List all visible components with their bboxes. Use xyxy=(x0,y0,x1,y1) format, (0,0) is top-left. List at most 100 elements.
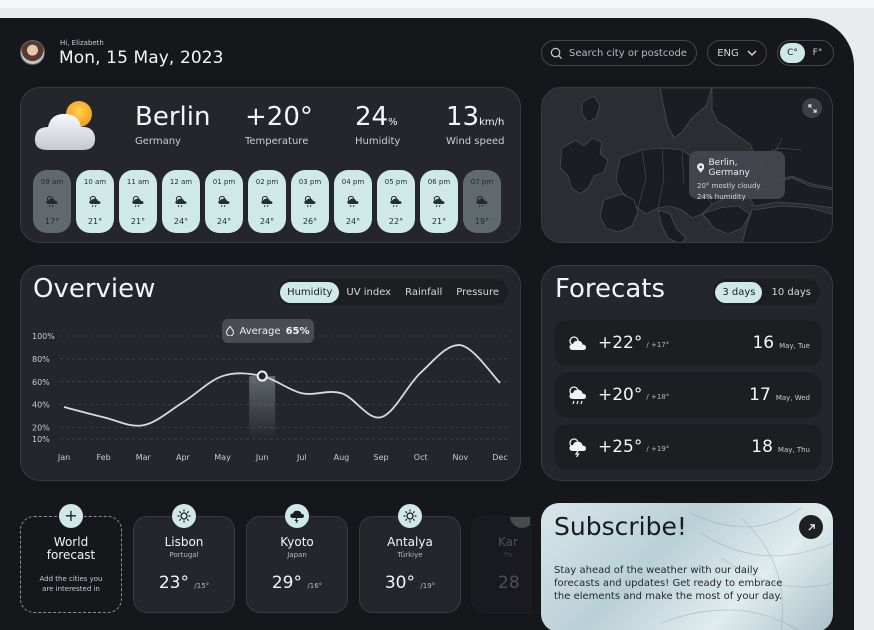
hourly-item[interactable]: 12 am 24° xyxy=(162,170,200,233)
partly-cloudy-icon xyxy=(569,336,586,350)
city-low: /19° xyxy=(420,582,436,590)
search-input[interactable]: Search city or postcode xyxy=(541,40,697,66)
data-point[interactable] xyxy=(459,344,462,347)
data-point[interactable] xyxy=(340,392,343,395)
greeting-text: Hi, Elizabeth xyxy=(60,39,104,47)
rain-sun-icon xyxy=(433,195,445,208)
wind-unit: km/h xyxy=(479,117,505,128)
city-name: Antalya xyxy=(387,535,433,549)
forecast-row[interactable]: +22° / +17° 16 May, Tue xyxy=(554,320,822,366)
map-pin-conditions: 20° mostly cloudy xyxy=(697,182,761,190)
city-card-kyoto[interactable]: Kyoto Japan 29° /16° xyxy=(246,504,348,613)
city-card-partial[interactable]: Kar Pa 28 xyxy=(471,516,531,613)
x-tick-label: Jun xyxy=(255,453,269,462)
current-weather-card: Berlin Germany +20° Temperature 24% Humi… xyxy=(20,87,521,243)
hourly-item[interactable]: 10 am 21° xyxy=(76,170,114,233)
rain-sun-icon xyxy=(218,195,230,208)
city-card-lisbon[interactable]: Lisbon Portugal 23° /15° xyxy=(133,504,235,613)
x-tick-label: Apr xyxy=(176,453,191,462)
forecast-row[interactable]: +20° / +18° 17 May, Wed xyxy=(554,372,822,418)
city-temp: 29° xyxy=(271,573,302,593)
data-point[interactable] xyxy=(419,371,422,374)
humidity-value: 24 xyxy=(355,102,389,132)
hour-temp: 19° xyxy=(474,217,490,226)
hourly-forecast-list: 09 am 17° 10 am 21° 11 am 21° 12 am 24° 01 pm 24°… xyxy=(33,170,501,233)
hourly-item[interactable]: 01 pm 24° xyxy=(205,170,243,233)
unit-celsius-button[interactable]: C° xyxy=(780,43,805,63)
tab-humidity[interactable]: Humidity xyxy=(280,281,340,303)
tab-rainfall[interactable]: Rainfall xyxy=(398,282,449,303)
world-title-line1: World xyxy=(53,535,89,549)
world-title-line2: forecast xyxy=(46,548,96,562)
hour-temp: 22° xyxy=(388,217,404,226)
data-point[interactable] xyxy=(181,401,184,404)
highlight-point[interactable] xyxy=(256,370,268,382)
data-point[interactable] xyxy=(142,424,145,427)
hour-time: 06 pm xyxy=(427,178,451,186)
expand-map-button[interactable] xyxy=(802,98,822,118)
hourly-item[interactable]: 03 pm 26° xyxy=(291,170,329,233)
city-temp: 28 xyxy=(498,573,520,593)
data-point[interactable] xyxy=(380,416,383,419)
hour-temp: 24° xyxy=(345,217,361,226)
avatar[interactable] xyxy=(20,40,45,65)
hour-temp: 24° xyxy=(216,217,232,226)
hourly-item[interactable]: 05 pm 22° xyxy=(377,170,415,233)
subscribe-card[interactable]: Subscribe! Stay ahead of the weather wit… xyxy=(541,503,833,630)
forecast-temp: +20° xyxy=(598,385,643,405)
data-point[interactable] xyxy=(499,381,502,384)
hourly-item[interactable]: 09 am 17° xyxy=(33,170,71,233)
hourly-item[interactable]: 04 pm 24° xyxy=(334,170,372,233)
language-select[interactable]: ENG xyxy=(707,40,767,66)
hour-time: 01 pm xyxy=(212,178,236,186)
city-card-antalya[interactable]: Antalya Türkiye 30° /19° xyxy=(359,504,461,613)
city-stat: Berlin Germany xyxy=(135,102,210,147)
tooltip-value: 65% xyxy=(285,325,310,337)
storm-sun-icon xyxy=(569,438,586,457)
highlight-band xyxy=(249,376,276,439)
forecast-day: 17 xyxy=(749,385,771,405)
map-location-popup[interactable]: Berlin, Germany 20° mostly cloudy 24% hu… xyxy=(689,151,785,201)
forecast-day: 16 xyxy=(752,333,775,353)
browser-top-strip xyxy=(0,0,874,8)
tab-uv-index[interactable]: UV index xyxy=(339,282,398,303)
humidity-label: Humidity xyxy=(355,136,401,147)
forecast-row[interactable]: +25° / +19° 18 May, Thu xyxy=(554,424,822,470)
unit-toggle[interactable]: C° F° xyxy=(777,40,834,66)
tab-pressure[interactable]: Pressure xyxy=(449,282,506,303)
data-point[interactable] xyxy=(102,416,105,419)
add-world-forecast-card[interactable]: + World forecast Add the cities you are in… xyxy=(20,504,122,613)
city-name: Kar xyxy=(498,535,518,549)
data-point[interactable] xyxy=(63,405,66,408)
forecast-temp: +22° xyxy=(598,333,643,353)
subscribe-title: Subscribe! xyxy=(554,512,687,541)
data-point[interactable] xyxy=(300,392,303,395)
y-tick-label: 10% xyxy=(32,435,50,444)
data-point[interactable] xyxy=(221,375,224,378)
average-tooltip: Average 65% xyxy=(222,319,314,343)
rain-sun-icon xyxy=(304,195,316,208)
subscribe-body: Stay ahead of the weather with our daily… xyxy=(554,565,783,602)
hour-time: 02 pm xyxy=(255,178,279,186)
y-tick-label: 20% xyxy=(32,424,50,433)
map-card[interactable]: Berlin, Germany 20° mostly cloudy 24% hu… xyxy=(541,87,833,243)
unit-fahrenheit-button[interactable]: F° xyxy=(805,43,830,63)
forecast-month: May, Thu xyxy=(777,446,810,454)
city-country: Türkiye xyxy=(397,551,423,559)
city-name: Berlin xyxy=(135,102,211,132)
city-name: Kyoto xyxy=(280,535,314,549)
plus-icon[interactable]: + xyxy=(59,504,83,528)
subscribe-arrow-button[interactable] xyxy=(799,515,823,539)
hour-temp: 21° xyxy=(130,217,146,226)
hourly-item[interactable]: 07 pm 19° xyxy=(463,170,501,233)
tab-3-days[interactable]: 3 days xyxy=(715,281,763,303)
tab-10-days[interactable]: 10 days xyxy=(764,282,818,303)
world-sub-line2: are interested in xyxy=(42,585,100,593)
rain-sun-icon xyxy=(476,195,488,208)
sun-icon xyxy=(172,504,196,528)
hourly-item[interactable]: 11 am 21° xyxy=(119,170,157,233)
hourly-item[interactable]: 02 pm 24° xyxy=(248,170,286,233)
country-name: Germany xyxy=(135,136,181,147)
hourly-item[interactable]: 06 pm 21° xyxy=(420,170,458,233)
expand-icon xyxy=(807,103,817,113)
